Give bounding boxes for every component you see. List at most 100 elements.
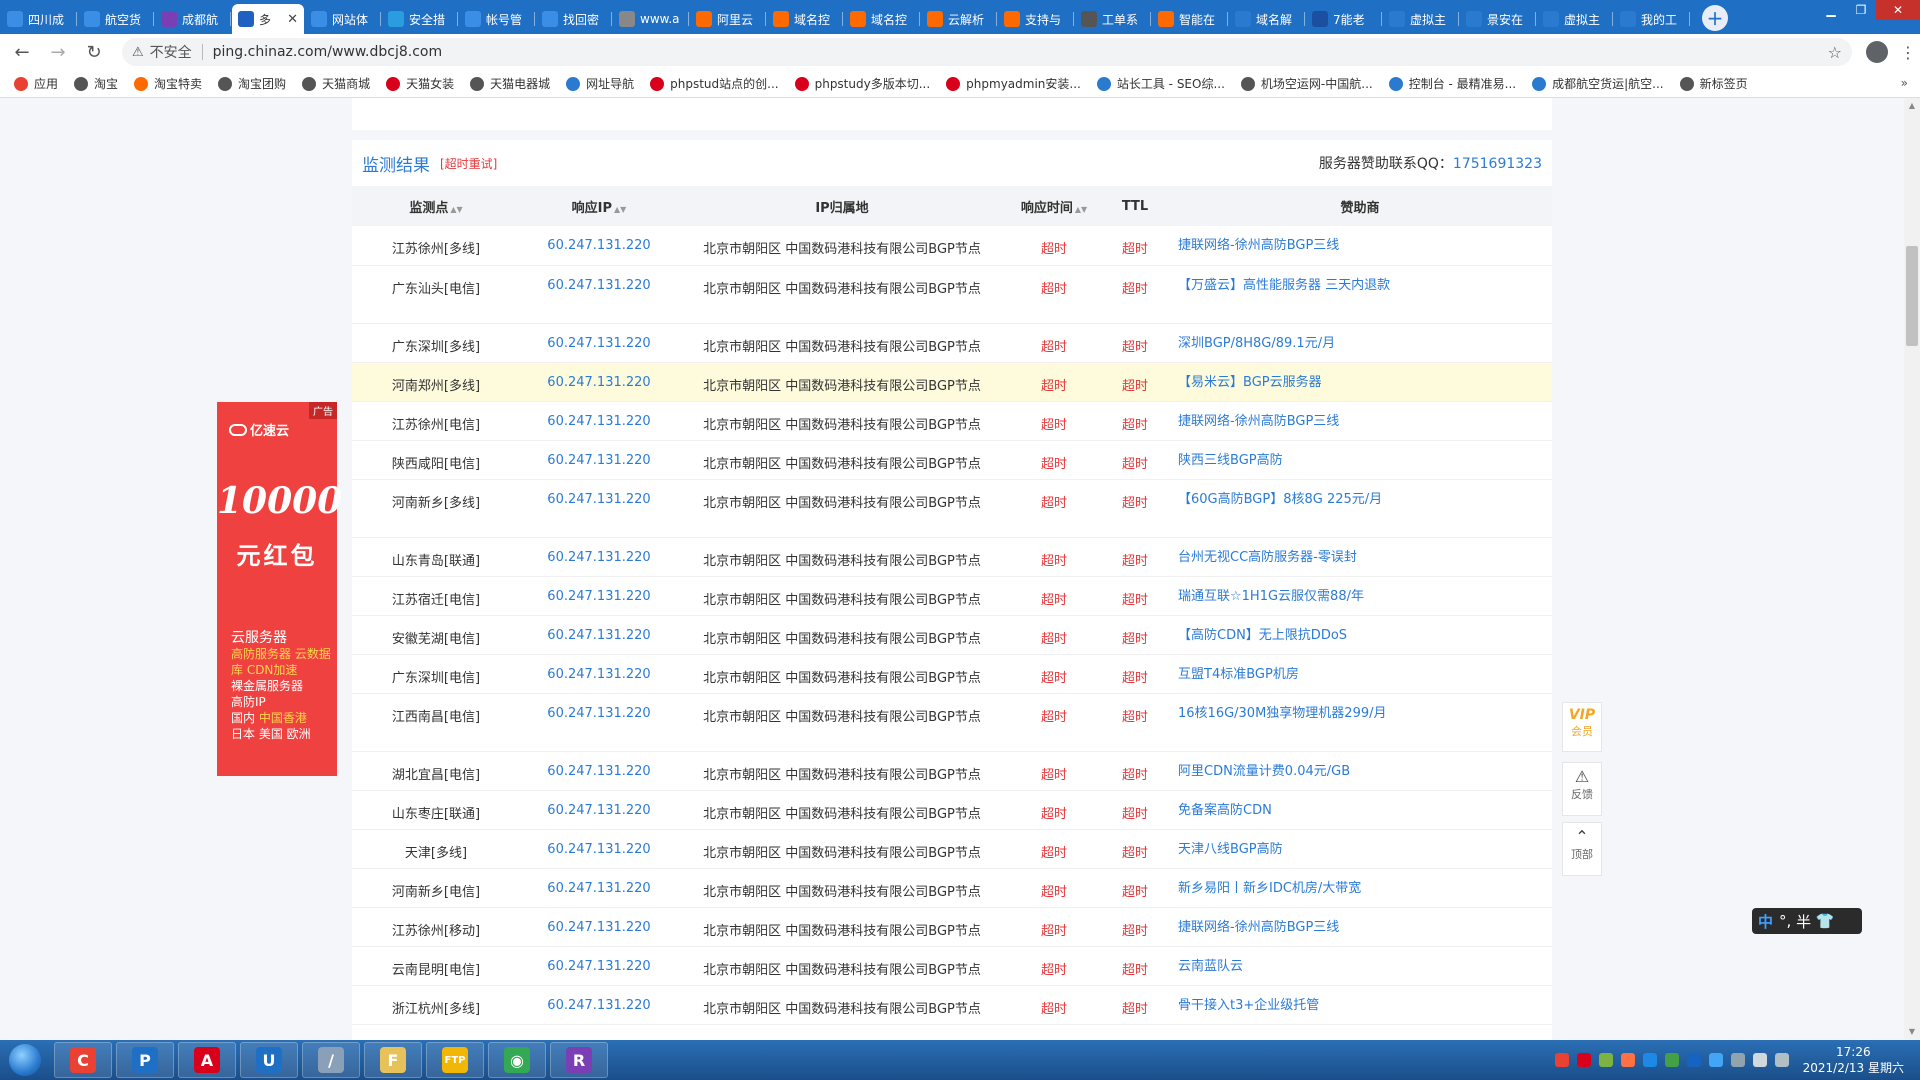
- taskbar-app-button[interactable]: P: [116, 1042, 174, 1078]
- browser-tab[interactable]: 域名控: [844, 4, 920, 34]
- browser-tab[interactable]: 安全措: [382, 4, 458, 34]
- cell-ip[interactable]: 60.247.131.220: [520, 226, 678, 266]
- retry-link[interactable]: [超时重试]: [440, 155, 497, 172]
- vip-button[interactable]: VIP 会员: [1562, 702, 1602, 752]
- bookmark-item[interactable]: phpstud站点的创...: [650, 75, 779, 92]
- close-window-icon[interactable]: ✕: [1876, 0, 1920, 20]
- ime-width[interactable]: 半: [1796, 911, 1811, 932]
- browser-tab[interactable]: 多 ✕: [232, 4, 304, 34]
- cell-sponsor-link[interactable]: 捷联网络-徐州高防BGP三线: [1168, 226, 1552, 266]
- tool-tray-icon[interactable]: [1598, 1053, 1613, 1067]
- taskbar-app-button[interactable]: C: [54, 1042, 112, 1078]
- scroll-down-icon[interactable]: ▼: [1904, 1024, 1920, 1040]
- cell-sponsor-link[interactable]: 台州无视CC高防服务器-零误封: [1168, 537, 1552, 577]
- cell-sponsor-link[interactable]: 【高防CDN】无上限抗DDoS: [1168, 615, 1552, 655]
- browser-tab[interactable]: 支持与: [998, 4, 1074, 34]
- scroll-thumb[interactable]: [1906, 246, 1918, 346]
- sort-icon[interactable]: ▲▼: [614, 205, 626, 214]
- browser-tab[interactable]: 云解析: [921, 4, 997, 34]
- taskbar-app-button[interactable]: FTP: [426, 1042, 484, 1078]
- shield-icon[interactable]: [1642, 1053, 1657, 1067]
- bookmark-item[interactable]: 天猫商城: [302, 75, 370, 92]
- cell-sponsor-link[interactable]: 天津八线BGP高防: [1168, 829, 1552, 869]
- bookmark-item[interactable]: phpmyadmin安装...: [946, 75, 1081, 92]
- address-bar[interactable]: ⚠ 不安全 ping.chinaz.com/www.dbcj8.com ☆: [122, 38, 1852, 66]
- bookmark-item[interactable]: 网址导航: [566, 75, 634, 92]
- browser-tab[interactable]: 找回密: [536, 4, 612, 34]
- bookmark-item[interactable]: 新标签页: [1679, 75, 1748, 92]
- cell-sponsor-link[interactable]: 互盟T4标准BGP机房: [1168, 654, 1552, 694]
- bookmark-item[interactable]: 天猫女装: [386, 75, 454, 92]
- cell-ip[interactable]: 60.247.131.220: [520, 654, 678, 694]
- ime-skin-icon[interactable]: 👕: [1816, 912, 1835, 930]
- cell-sponsor-link[interactable]: 新乡易阳丨新乡IDC机房/大带宽: [1168, 868, 1552, 908]
- cell-sponsor-link[interactable]: 捷联网络-徐州高防BGP三线: [1168, 401, 1552, 441]
- cell-ip[interactable]: 60.247.131.220: [520, 751, 678, 791]
- sponsor-qq-link[interactable]: 1751691323: [1453, 156, 1542, 172]
- volume-icon[interactable]: [1752, 1053, 1767, 1067]
- cell-ip[interactable]: 60.247.131.220: [520, 946, 678, 986]
- cell-sponsor-link[interactable]: 16核16G/30M独享物理机器299/月: [1168, 693, 1552, 752]
- start-button[interactable]: [0, 1040, 50, 1080]
- cell-ip[interactable]: 60.247.131.220: [520, 907, 678, 947]
- speaker-icon[interactable]: [1730, 1053, 1745, 1067]
- browser-tab[interactable]: 网站体: [305, 4, 381, 34]
- browser-tab[interactable]: 帐号管: [459, 4, 535, 34]
- cell-ip[interactable]: 60.247.131.220: [520, 868, 678, 908]
- sogou-icon[interactable]: [1554, 1053, 1569, 1067]
- browser-tab[interactable]: 工单系: [1075, 4, 1151, 34]
- ad-banner[interactable]: 广告 亿速云 10000 元红包 云服务器 高防服务器 云数据库 CDN加速 裸…: [217, 402, 342, 776]
- header-ip[interactable]: 响应IP ▲▼: [520, 186, 678, 226]
- cell-ip[interactable]: 60.247.131.220: [520, 615, 678, 655]
- restore-icon[interactable]: ❐: [1846, 0, 1876, 20]
- cell-ip[interactable]: 60.247.131.220: [520, 829, 678, 869]
- browser-tab[interactable]: www.a: [613, 4, 689, 34]
- cell-ip[interactable]: 60.247.131.220: [520, 401, 678, 441]
- bookmark-item[interactable]: 站长工具 - SEO综...: [1096, 75, 1225, 92]
- browser-tab[interactable]: 虚拟主: [1537, 4, 1613, 34]
- cell-sponsor-link[interactable]: 深圳BGP/8H8G/89.1元/月: [1168, 323, 1552, 363]
- p-tray-icon[interactable]: [1708, 1053, 1723, 1067]
- new-tab-button[interactable]: +: [1702, 5, 1728, 31]
- header-time[interactable]: 响应时间 ▲▼: [1006, 186, 1102, 226]
- browser-tab[interactable]: 域名解: [1229, 4, 1305, 34]
- minimize-icon[interactable]: ▁: [1816, 0, 1846, 20]
- wechat-icon[interactable]: [1664, 1053, 1679, 1067]
- cell-sponsor-link[interactable]: 瑞通互联☆1H1G云服仅需88/年: [1168, 576, 1552, 616]
- cell-ip[interactable]: 60.247.131.220: [520, 985, 678, 1025]
- page-scrollbar[interactable]: ▲ ▼: [1904, 98, 1920, 1040]
- cell-sponsor-link[interactable]: 骨干接入t3+企业级托管: [1168, 985, 1552, 1025]
- bookmark-item[interactable]: phpstudy多版本切...: [794, 75, 930, 92]
- app-tray-icon[interactable]: [1620, 1053, 1635, 1067]
- taskbar-app-button[interactable]: A: [178, 1042, 236, 1078]
- bookmarks-overflow-icon[interactable]: »: [1901, 76, 1908, 90]
- browser-tab[interactable]: 虚拟主: [1383, 4, 1459, 34]
- cell-sponsor-link[interactable]: 【万盛云】高性能服务器 三天内退款: [1168, 265, 1552, 324]
- browser-tab[interactable]: 成都航: [155, 4, 231, 34]
- taskbar-app-button[interactable]: F: [364, 1042, 422, 1078]
- acrobat-tray-icon[interactable]: [1576, 1053, 1591, 1067]
- sort-icon[interactable]: ▲▼: [450, 205, 462, 214]
- cell-ip[interactable]: 60.247.131.220: [520, 693, 678, 752]
- back-to-top-button[interactable]: ⌃ 顶部: [1562, 822, 1602, 876]
- bookmark-item[interactable]: 机场空运网-中国航...: [1240, 75, 1373, 92]
- cell-sponsor-link[interactable]: 【60G高防BGP】8核8G 225元/月: [1168, 479, 1552, 538]
- bookmark-star-icon[interactable]: ☆: [1828, 43, 1842, 62]
- cell-ip[interactable]: 60.247.131.220: [520, 479, 678, 538]
- url-text[interactable]: ping.chinaz.com/www.dbcj8.com: [213, 44, 442, 60]
- bookmark-item[interactable]: 淘宝: [74, 75, 118, 92]
- bookmark-item[interactable]: 应用: [14, 75, 58, 92]
- bookmark-item[interactable]: 成都航空货运|航空...: [1532, 75, 1664, 92]
- taskbar-clock[interactable]: 17:26 2021/2/13 星期六: [1803, 1044, 1904, 1076]
- taskbar-app-button[interactable]: U: [240, 1042, 298, 1078]
- browser-tab[interactable]: 景安在: [1460, 4, 1536, 34]
- browser-tab[interactable]: 7能老: [1306, 4, 1382, 34]
- taskbar-app-button[interactable]: ◉: [488, 1042, 546, 1078]
- sort-icon[interactable]: ▲▼: [1075, 205, 1087, 214]
- tab-close-icon[interactable]: ✕: [287, 12, 298, 27]
- taskbar-app-button[interactable]: /: [302, 1042, 360, 1078]
- cell-sponsor-link[interactable]: 免备案高防CDN: [1168, 790, 1552, 830]
- browser-tab[interactable]: 我的工: [1614, 4, 1690, 34]
- browser-tab[interactable]: 智能在: [1152, 4, 1228, 34]
- reload-icon[interactable]: ↻: [80, 38, 108, 66]
